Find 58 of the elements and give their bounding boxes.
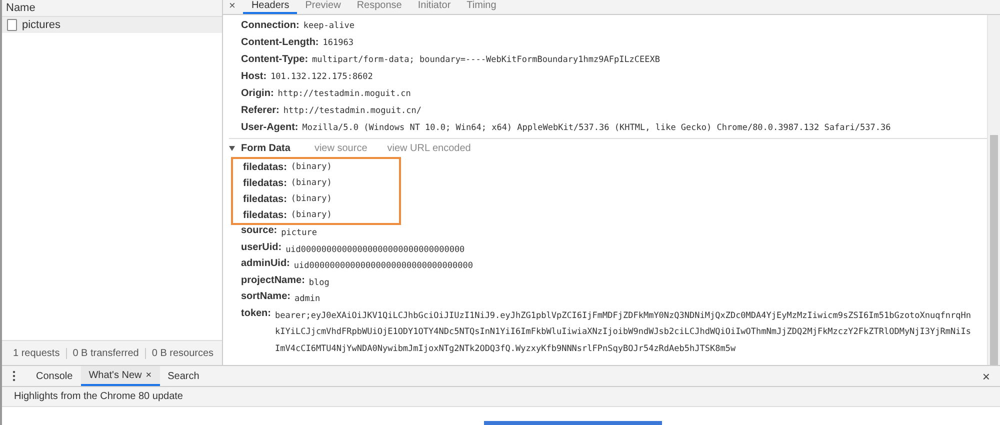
drawer-tab[interactable]: Console bbox=[28, 366, 81, 386]
close-icon[interactable]: × bbox=[229, 0, 244, 14]
expand-triangle-icon[interactable] bbox=[229, 146, 235, 150]
header-name: User-Agent: bbox=[241, 122, 298, 133]
header-value: Mozilla/5.0 (Windows NT 10.0; Win64; x64) AppleWebKit/537.36 (KHTML, like Gecko) Chrome/80.0.3987.132 Safari/537.36 bbox=[302, 122, 891, 132]
detail-tab[interactable]: Timing bbox=[458, 0, 504, 14]
field-value: (binary) bbox=[290, 194, 332, 204]
field-value: picture bbox=[281, 227, 317, 240]
field-value: bearer;eyJ0eXAiOiJKV1QiLCJhbGciOiJIUzI1NiJ9.eyJhZG1pblVpZCI6IjFmMDFjZDFkMmY0NzQ3NDNiMjQxZDc0MDA4YjEyMzMzIiwicm9sZSI6Im51bGzotoXnuqfnrqHnkIYiLCJjcmVhdFRpbWUiOjE1ODY1OTY4NDc5NTQsInN1YiI6ImFkbWluIiwiaXNzIjoibW9ndWJsb2ciLCJhdWQiOiIwOThmNmJjZDQ2MjFkMzczY2FkZTRlODMyNjI3YjRmNiIsImV4cCI6MTU4NjYwNDA0NywibmJmIjoxNTg2NTk2ODQ3fQ.WyzxyKfb9NNNsrlFPnSqyBOJr54zRdAeb5hJTSK8m5w bbox=[275, 310, 972, 356]
field-value: admin bbox=[294, 293, 320, 306]
close-icon[interactable]: × bbox=[146, 370, 152, 380]
drawer-tab[interactable]: Search bbox=[160, 366, 208, 386]
field-value: (binary) bbox=[290, 210, 332, 220]
header-value: keep-alive bbox=[303, 20, 355, 30]
field-name: userUid: bbox=[241, 242, 282, 252]
header-value: 161963 bbox=[322, 38, 354, 48]
field-name: filedatas: bbox=[243, 194, 287, 204]
header-name: Referer: bbox=[241, 105, 280, 116]
header-value: http://testadmin.moguit.cn bbox=[278, 88, 411, 98]
field-name: filedatas: bbox=[243, 162, 287, 172]
field-value: uid00000000000000000000000000000000 bbox=[294, 260, 474, 273]
request-name: pictures bbox=[22, 19, 61, 31]
panel-header: Highlights from the Chrome 80 update bbox=[2, 387, 1000, 407]
file-icon bbox=[7, 19, 17, 31]
status-text: 1 requests bbox=[12, 348, 61, 358]
detail-tab[interactable]: Initiator bbox=[410, 0, 459, 14]
field-name: sortName: bbox=[241, 291, 290, 302]
field-name: filedatas: bbox=[243, 210, 287, 220]
header-name: Origin: bbox=[241, 88, 274, 99]
section-title[interactable]: Form Data bbox=[241, 142, 290, 154]
status-text: 0 B resources bbox=[144, 348, 220, 358]
header-value: http://testadmin.moguit.cn/ bbox=[283, 106, 422, 116]
scrollbar[interactable] bbox=[987, 15, 1000, 365]
field-name: filedatas: bbox=[243, 178, 287, 188]
field-name: source: bbox=[241, 225, 278, 236]
field-name: adminUid: bbox=[241, 258, 290, 269]
header-name: Connection: bbox=[241, 20, 300, 31]
header-name: Content-Length: bbox=[241, 37, 319, 48]
header-name: Host: bbox=[241, 71, 267, 82]
field-value: blog bbox=[308, 276, 330, 290]
close-icon[interactable]: × bbox=[972, 366, 1000, 386]
drawer-tab[interactable]: What's New × bbox=[80, 366, 160, 386]
detail-tab[interactable]: Headers bbox=[243, 0, 298, 14]
field-name: projectName: bbox=[241, 274, 305, 286]
field-name: token: bbox=[241, 308, 271, 318]
header-value: 101.132.122.175:8602 bbox=[270, 72, 373, 82]
request-row[interactable]: pictures bbox=[2, 17, 222, 33]
status-text: 0 B transferred bbox=[66, 348, 145, 358]
field-value: (binary) bbox=[290, 178, 332, 188]
detail-tab[interactable]: Response bbox=[348, 0, 410, 14]
detail-tab[interactable]: Preview bbox=[297, 0, 349, 14]
view-link[interactable]: view source bbox=[314, 142, 368, 154]
header-value: multipart/form-data; boundary=----WebKitFormBoundary1hmz9AFpILzCEEXB bbox=[312, 54, 660, 64]
column-header[interactable]: Name bbox=[2, 0, 222, 17]
view-link[interactable]: view URL encoded bbox=[387, 142, 471, 154]
field-value: uid00000000000000000000000000000000 bbox=[286, 244, 465, 256]
field-value: (binary) bbox=[290, 162, 332, 172]
header-name: Content-Type: bbox=[241, 54, 308, 65]
